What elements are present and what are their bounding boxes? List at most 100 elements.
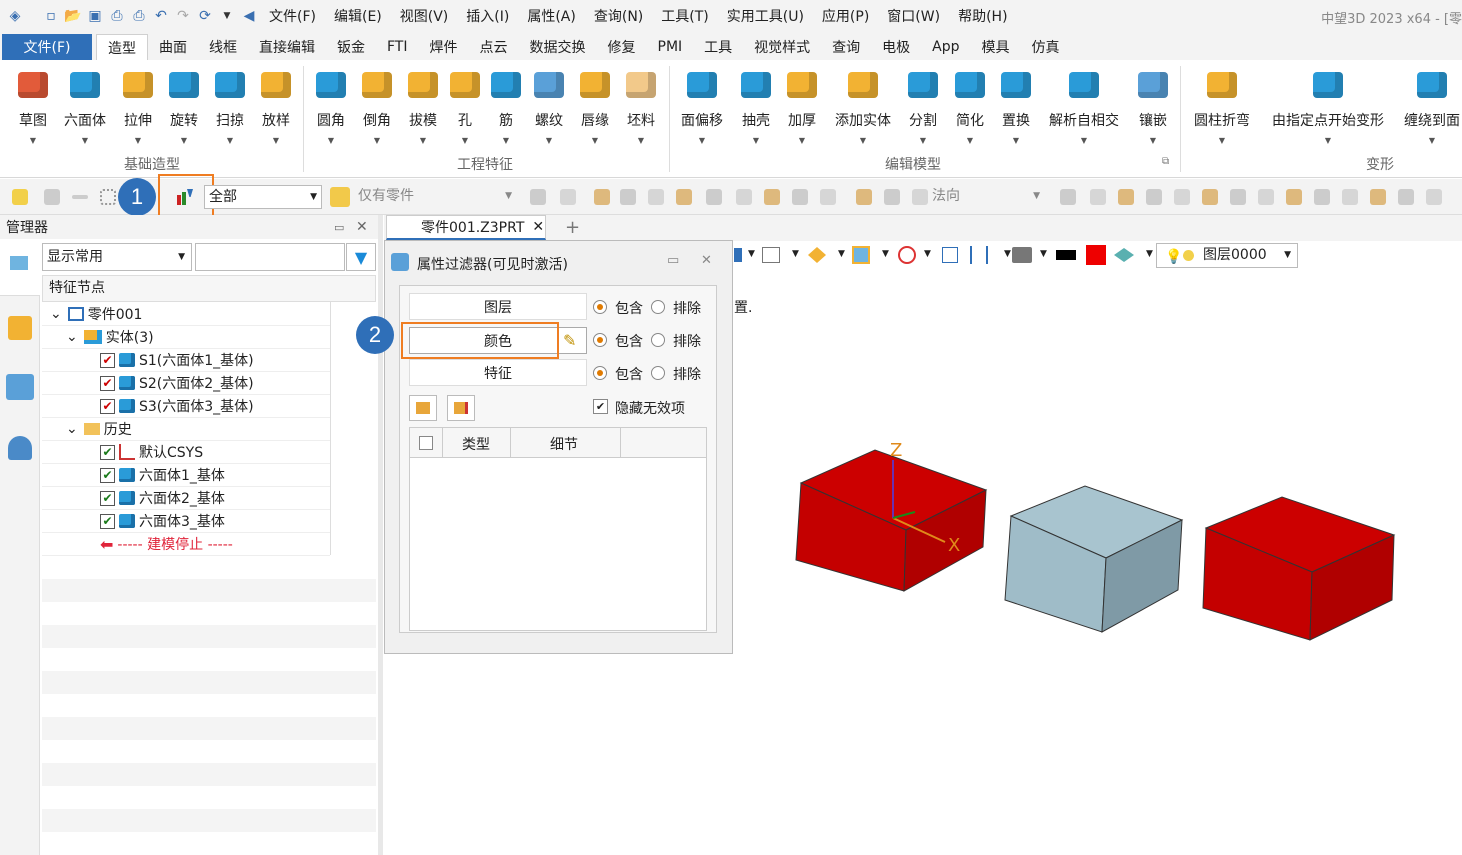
image-icon[interactable] [6,374,34,400]
close-icon[interactable]: ✕ [701,253,712,268]
chevron-down-icon[interactable]: ▼ [1150,136,1156,145]
menu-utilities[interactable]: 实用工具(U) [718,6,813,26]
ribbon-tab-10[interactable]: PMI [647,34,694,60]
comment-icon[interactable]: ▭ [667,253,679,268]
chevron-down-icon[interactable]: ▼ [82,136,88,145]
chevron-down-icon[interactable]: ▼ [799,136,805,145]
expand-icon[interactable]: ⌄ [66,329,78,345]
save-icon[interactable]: ▣ [84,6,106,26]
face-color-swatch[interactable] [1086,245,1106,265]
view-dropdown-icon[interactable]: ▼ [1004,249,1011,259]
toolbar-icon-10[interactable] [820,189,836,205]
visibility-checkbox[interactable]: ✔ [100,398,115,414]
snap-icon-8[interactable] [1286,189,1302,205]
snap-icon-5[interactable] [1202,189,1218,205]
doc-tab[interactable]: 零件001.Z3PRT ✕ [386,215,546,240]
ribbon-tab-15[interactable]: App [921,34,970,60]
frame-icon[interactable] [942,247,958,263]
tree-node[interactable]: ⌄ 零件001 [42,303,330,326]
snap-icon-12[interactable] [1398,189,1414,205]
scope-select[interactable]: 仅有零件 ▼ [354,185,516,209]
undo-icon[interactable]: ↶ [150,6,172,26]
red-box-2[interactable] [1202,496,1396,641]
tree-node[interactable]: ✔ 六面体3_基体 [42,510,330,533]
snap-icon-1[interactable] [1090,189,1106,205]
ribbon-tab-14[interactable]: 电极 [871,34,921,60]
snap-icon-11[interactable] [1370,189,1386,205]
snap-icon-6[interactable] [1230,189,1246,205]
chevron-down-icon[interactable]: ▼ [920,136,926,145]
snap-icon-2[interactable] [1118,189,1134,205]
chevron-down-icon[interactable]: ▼ [546,136,552,145]
render-icon[interactable] [808,247,826,263]
regenerate-icon[interactable]: ⟳ [194,6,216,26]
visibility-checkbox[interactable]: ✔ [100,467,115,483]
chevron-down-icon[interactable]: ▼ [1325,136,1331,145]
chevron-down-icon[interactable]: ▼ [1081,136,1087,145]
menu-file[interactable]: 文件(F) [260,6,325,26]
chevron-down-icon[interactable]: ▼ [860,136,866,145]
menu-insert[interactable]: 插入(I) [457,6,518,26]
display-mode-icon[interactable] [734,248,742,262]
toolbar-icon-6[interactable] [706,189,722,205]
tree-node[interactable]: ⌄ 历史 [42,418,330,441]
export-icon[interactable] [447,395,475,421]
toolbar-icon-3[interactable] [620,189,636,205]
snap-icon-7[interactable] [1258,189,1274,205]
menu-apps[interactable]: 应用(P) [813,6,878,26]
redo-icon[interactable]: ↷ [172,6,194,26]
chevron-down-icon[interactable]: ▼ [699,136,705,145]
add-tab-icon[interactable]: + [565,217,580,238]
file-tab[interactable]: 文件(F) [2,34,92,60]
ribbon-tab-13[interactable]: 查询 [821,34,871,60]
chevron-down-icon[interactable]: ▼ [135,136,141,145]
toolbar-icon-9[interactable] [792,189,808,205]
chevron-down-icon[interactable]: ▼ [1429,136,1435,145]
toolbar-icon-13[interactable] [912,189,928,205]
menu-query[interactable]: 查询(N) [585,6,652,26]
ribbon-tab-5[interactable]: FTI [376,34,419,60]
close-tab-icon[interactable]: ✕ [532,219,544,235]
expand-icon[interactable]: ⌄ [50,306,62,322]
close-icon[interactable]: ✕ [356,219,368,235]
color-picker-icon[interactable]: ✎ [563,331,576,350]
tree-node[interactable]: ✔ S3(六面体3_基体) [42,395,330,418]
include-radio[interactable] [593,300,607,314]
hide-invalid-checkbox[interactable]: ✔ [593,399,608,414]
tool-21[interactable]: 解析自相交 ▼ [1044,66,1124,145]
tree-node[interactable]: ✔ S1(六面体1_基体) [42,349,330,372]
view-dropdown-icon[interactable]: ▼ [792,249,799,259]
view-dropdown-icon[interactable]: ▼ [748,249,755,259]
chevron-down-icon[interactable]: ▼ [753,136,759,145]
ribbon-tab-4[interactable]: 钣金 [326,34,376,60]
sidebar-tab-tree[interactable] [0,240,40,296]
include-radio[interactable] [593,333,607,347]
ribbon-tab-0[interactable]: 造型 [96,34,148,60]
ribbon-tab-7[interactable]: 点云 [469,34,519,60]
tree-column-header[interactable]: 特征节点 [42,275,376,302]
ribbon-tab-16[interactable]: 模具 [971,34,1021,60]
display-select[interactable]: 显示常用 ▼ [42,243,192,271]
toolbar-icon-4[interactable] [648,189,664,205]
column-type[interactable]: 类型 [462,434,490,454]
chevron-down-icon[interactable]: ▼ [967,136,973,145]
view-cube-icon[interactable] [762,247,780,263]
pin-icon[interactable]: ▭ [334,221,344,234]
tree-node[interactable]: ⬅ ----- 建模停止 ----- [42,533,330,556]
tree-node[interactable]: ✔ S2(六面体2_基体) [42,372,330,395]
tool-24[interactable]: 由指定点开始变形 ▼ [1272,66,1384,145]
visibility-checkbox[interactable]: ✔ [100,444,115,460]
toolbar-icon-0[interactable] [530,189,546,205]
tree-node[interactable]: ✔ 六面体1_基体 [42,464,330,487]
column-detail[interactable]: 细节 [550,434,578,454]
toolbar-icon-7[interactable] [736,189,752,205]
layer-icon[interactable] [1114,248,1134,262]
ribbon-tab-12[interactable]: 视觉样式 [743,34,821,60]
visibility-checkbox[interactable]: ✔ [100,513,115,529]
chevron-down-icon[interactable]: ▼ [227,136,233,145]
tree-node[interactable]: ✔ 六面体2_基体 [42,487,330,510]
exclude-radio[interactable] [651,366,665,380]
user-icon[interactable] [8,436,32,460]
menu-window[interactable]: 窗口(W) [878,6,949,26]
chevron-down-icon[interactable]: ▼ [328,136,334,145]
